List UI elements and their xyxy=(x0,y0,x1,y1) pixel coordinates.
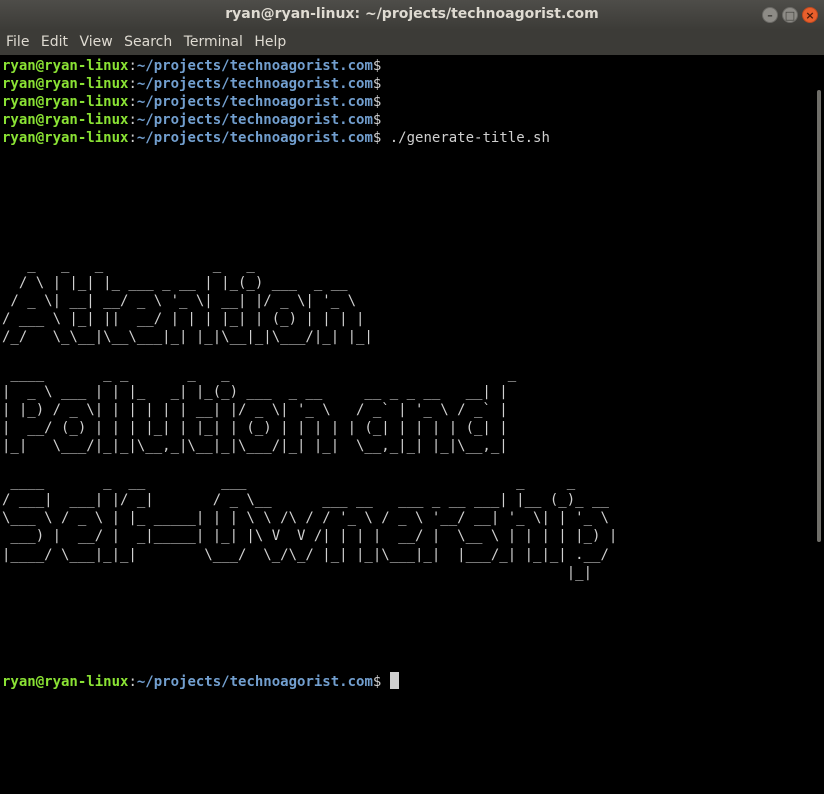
prompt-line: ryan@ryan-linux:~/projects/technoagorist… xyxy=(2,672,399,691)
text-cursor xyxy=(389,672,399,690)
menu-help[interactable]: Help xyxy=(248,30,286,50)
prompt-path: ~/projects/technoagorist.com xyxy=(136,76,373,93)
prompt-line: ryan@ryan-linux:~/projects/technoagorist… xyxy=(2,130,550,146)
prompt-separator: : xyxy=(128,112,137,129)
prompt-user-host: ryan@ryan-linux xyxy=(2,674,129,691)
prompt-line: ryan@ryan-linux:~/projects/technoagorist… xyxy=(2,94,381,110)
prompt-path: ~/projects/technoagorist.com xyxy=(136,94,373,111)
banner-line: ____ _ _ _ _ _ xyxy=(2,365,517,382)
terminal-window: ryan@ryan-linux: ~/projects/technoagoris… xyxy=(0,0,824,794)
menu-edit[interactable]: Edit xyxy=(35,30,68,50)
prompt-symbol: $ xyxy=(372,674,382,691)
prompt-user-host: ryan@ryan-linux xyxy=(2,130,129,147)
prompt-symbol: $ xyxy=(372,112,382,129)
prompt-separator: : xyxy=(128,130,137,147)
banner-line: / ___ \ |_| || __/ | | | |_| | (_) | | |… xyxy=(2,311,365,328)
prompt-path: ~/projects/technoagorist.com xyxy=(136,58,373,74)
prompt-symbol: $ xyxy=(372,94,382,111)
prompt-separator: : xyxy=(128,58,137,74)
banner-line: \___ \ / _ \ | |_ _____| | | \ \ /\ / / … xyxy=(2,510,609,527)
minimize-icon[interactable]: – xyxy=(762,7,778,23)
window-title: ryan@ryan-linux: ~/projects/technoagoris… xyxy=(225,6,599,22)
banner-line: / \ | |_| |_ ___ _ __ | |_(_) ___ _ __ xyxy=(2,275,348,292)
menu-view[interactable]: View xyxy=(73,30,112,50)
banner-line: |_| \___/|_|_|\__,_|\__|_|\___/|_| |_| \… xyxy=(2,437,508,454)
command-text: ./generate-title.sh xyxy=(381,130,550,147)
banner-line: |____/ \___|_|_| \___/ \_/\_/ |_| |_|\__… xyxy=(2,546,609,563)
banner-line: | __/ (_) | | | |_| | |_| | (_) | | | | … xyxy=(2,419,508,436)
terminal-output[interactable]: ryan@ryan-linux:~/projects/technoagorist… xyxy=(0,55,816,794)
terminal-text: ryan@ryan-linux:~/projects/technoagorist… xyxy=(0,55,816,691)
prompt-line: ryan@ryan-linux:~/projects/technoagorist… xyxy=(2,112,381,128)
menu-file[interactable]: File xyxy=(0,30,29,50)
prompt-path: ~/projects/technoagorist.com xyxy=(136,130,373,147)
banner-line: |_| xyxy=(2,564,593,581)
banner-line: | |_) / _ \| | | | | | __| |/ _ \| '_ \ … xyxy=(2,401,508,418)
prompt-user-host: ryan@ryan-linux xyxy=(2,76,129,93)
prompt-separator: : xyxy=(128,94,137,111)
prompt-symbol: $ xyxy=(372,58,382,74)
banner-line: /_/ \_\__|\__\___|_| |_|\__|_|\___/|_| |… xyxy=(2,329,373,346)
prompt-path: ~/projects/technoagorist.com xyxy=(136,674,373,691)
prompt-separator: : xyxy=(128,674,137,691)
prompt-user-host: ryan@ryan-linux xyxy=(2,112,129,129)
banner-line: _ _ _ _ _ xyxy=(2,257,255,274)
title-bar[interactable]: ryan@ryan-linux: ~/projects/technoagoris… xyxy=(0,0,824,30)
maximize-icon[interactable]: □ xyxy=(782,7,798,23)
banner-line: | _ \ ___ | | |_ _| |_(_) ___ _ __ __ _ … xyxy=(2,383,508,400)
prompt-path: ~/projects/technoagorist.com xyxy=(136,112,373,129)
prompt-user-host: ryan@ryan-linux xyxy=(2,58,129,74)
prompt-symbol: $ xyxy=(372,76,382,93)
banner-line: / ___| ___| |/ _| / _ \__ ___ __ ___ _ _… xyxy=(2,492,609,509)
prompt-line: ryan@ryan-linux:~/projects/technoagorist… xyxy=(2,58,381,74)
prompt-separator: : xyxy=(128,76,137,93)
banner-line: / _ \| __| __/ _ \ '_ \| __| |/ _ \| '_ … xyxy=(2,293,357,310)
prompt-user-host: ryan@ryan-linux xyxy=(2,94,129,111)
prompt-line: ryan@ryan-linux:~/projects/technoagorist… xyxy=(2,76,381,92)
menu-terminal[interactable]: Terminal xyxy=(178,30,243,50)
menu-search[interactable]: Search xyxy=(118,30,172,50)
banner-line: ____ _ __ ___ _ _ xyxy=(2,474,576,491)
scrollbar[interactable] xyxy=(817,90,821,542)
banner-line: ___) | __/ | _|_____| |_| |\ V V /| | | … xyxy=(2,528,618,545)
menu-bar: File Edit View Search Terminal Help xyxy=(0,30,824,55)
close-icon[interactable]: × xyxy=(802,7,818,23)
